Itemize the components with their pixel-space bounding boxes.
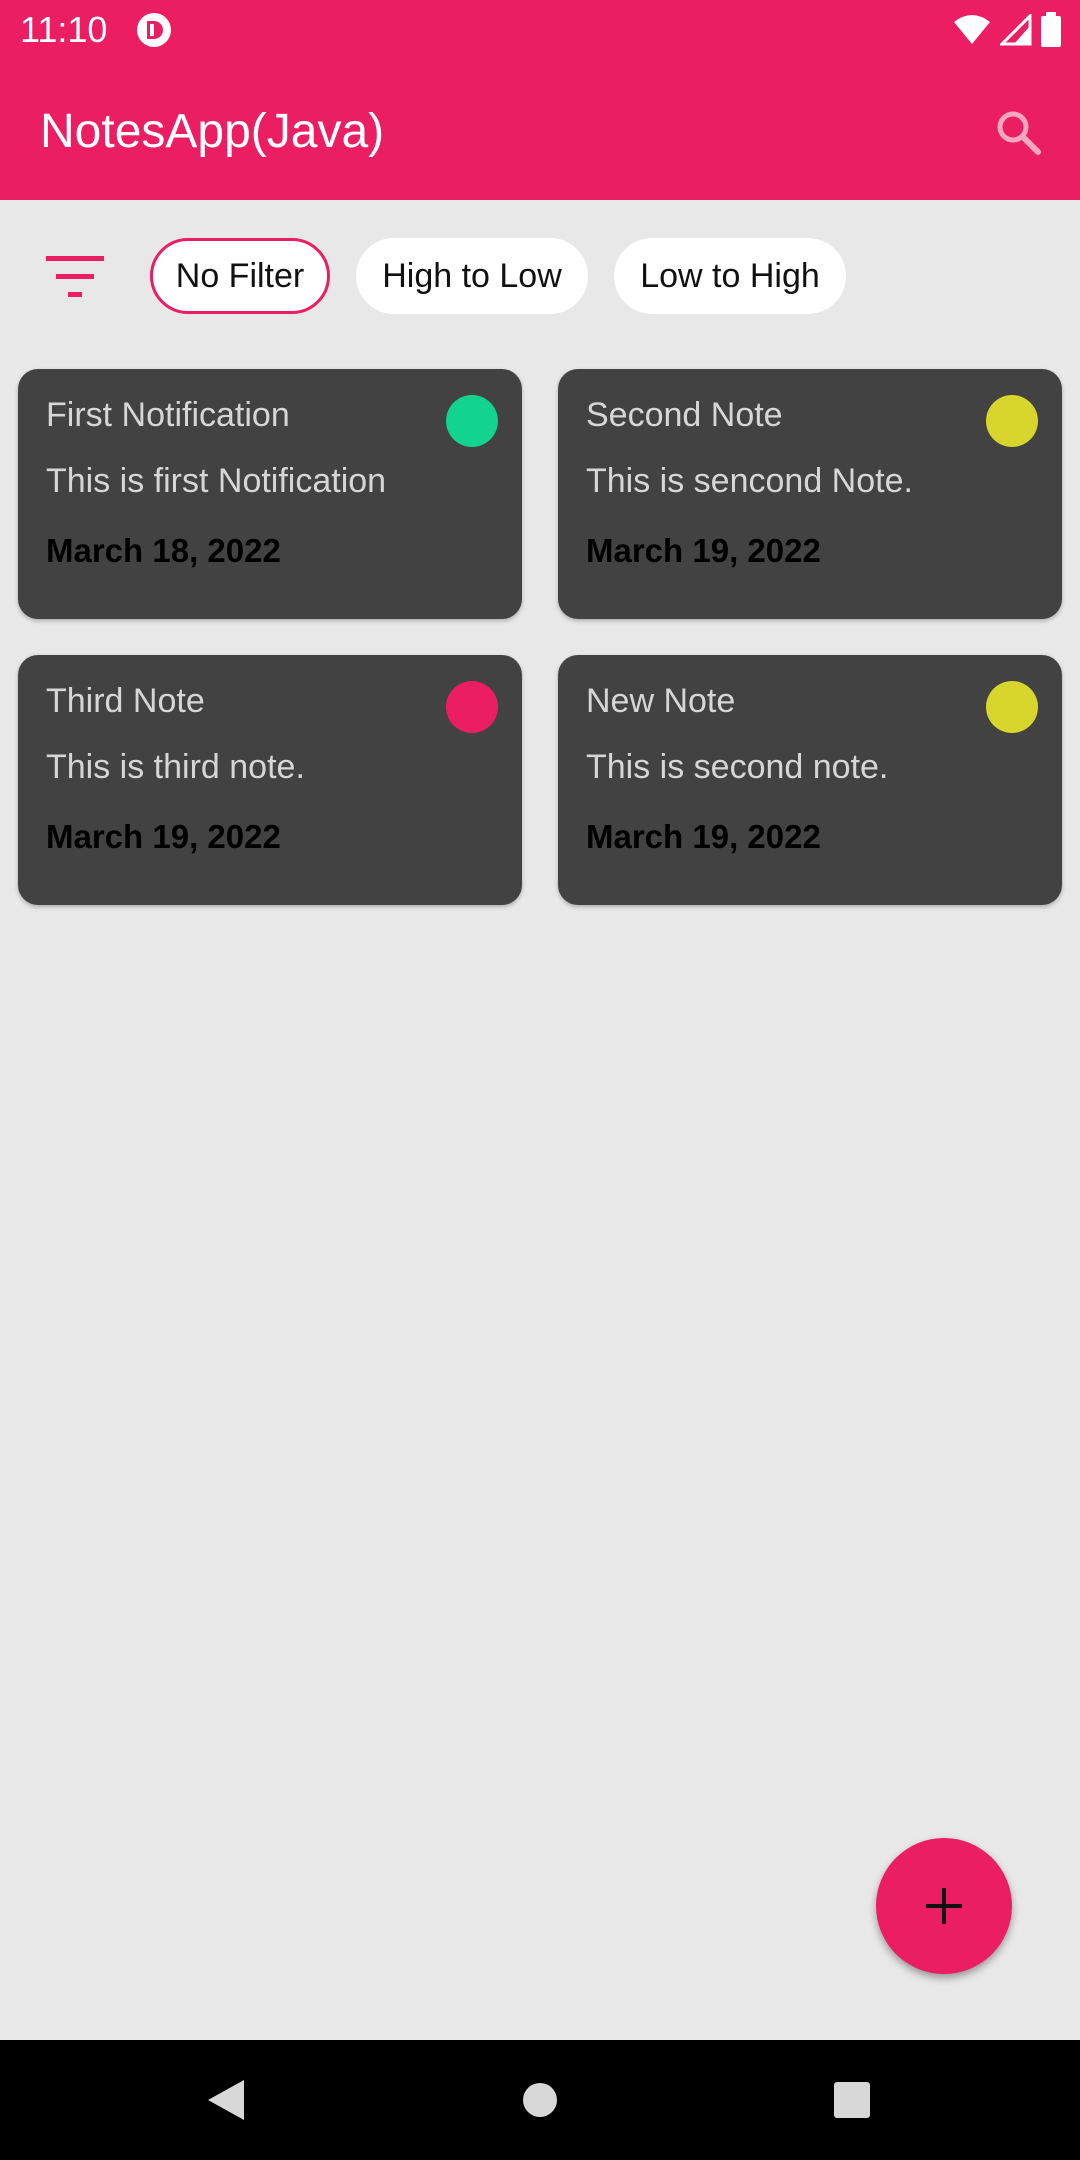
- home-button[interactable]: [500, 2060, 580, 2140]
- priority-indicator: [986, 681, 1038, 733]
- note-body: This is third note.: [46, 748, 305, 786]
- priority-indicator: [446, 681, 498, 733]
- recents-button[interactable]: [812, 2060, 892, 2140]
- note-date: March 19, 2022: [586, 532, 821, 569]
- note-card[interactable]: New Note This is second note. March 19, …: [558, 655, 1062, 905]
- chip-high-to-low[interactable]: High to Low: [356, 238, 588, 314]
- note-card[interactable]: Third Note This is third note. March 19,…: [18, 655, 522, 905]
- app-notification-icon: [137, 13, 171, 47]
- note-date: March 19, 2022: [586, 818, 821, 855]
- status-icons: [952, 10, 1062, 50]
- filter-icon[interactable]: [40, 250, 112, 302]
- add-note-button[interactable]: [876, 1838, 1012, 1974]
- note-card[interactable]: Second Note This is sencond Note. March …: [558, 369, 1062, 619]
- filter-bar: No Filter High to Low Low to High: [0, 236, 1080, 316]
- note-date: March 19, 2022: [46, 818, 281, 855]
- notes-screen: 11:10 NotesApp(Java) No Filter High to L…: [0, 0, 1080, 2160]
- note-card[interactable]: First Notification This is first Notific…: [18, 369, 522, 619]
- note-title: Second Note: [586, 396, 783, 434]
- note-date: March 18, 2022: [46, 532, 281, 569]
- recents-icon: [834, 2082, 870, 2118]
- system-nav-bar: [0, 2040, 1080, 2160]
- wifi-icon: [954, 15, 990, 44]
- home-icon: [523, 2083, 557, 2117]
- cell-signal-icon: [1000, 14, 1032, 46]
- chip-no-filter[interactable]: No Filter: [150, 238, 330, 314]
- chip-low-to-high[interactable]: Low to High: [614, 238, 846, 314]
- app-bar: 11:10 NotesApp(Java): [0, 0, 1080, 200]
- status-time: 11:10: [20, 9, 108, 50]
- plus-icon: [926, 1888, 962, 1924]
- note-title: New Note: [586, 682, 736, 720]
- priority-indicator: [986, 395, 1038, 447]
- battery-icon: [1041, 12, 1061, 47]
- note-body: This is second note.: [586, 748, 889, 786]
- note-title: First Notification: [46, 396, 290, 434]
- search-button[interactable]: [982, 96, 1054, 168]
- note-body: This is first Notification: [46, 462, 387, 500]
- priority-indicator: [446, 395, 498, 447]
- back-icon: [208, 2080, 244, 2120]
- back-button[interactable]: [186, 2060, 266, 2140]
- app-title: NotesApp(Java): [40, 105, 385, 158]
- note-body: This is sencond Note.: [586, 462, 913, 500]
- search-icon: [997, 111, 1041, 155]
- note-title: Third Note: [46, 682, 205, 720]
